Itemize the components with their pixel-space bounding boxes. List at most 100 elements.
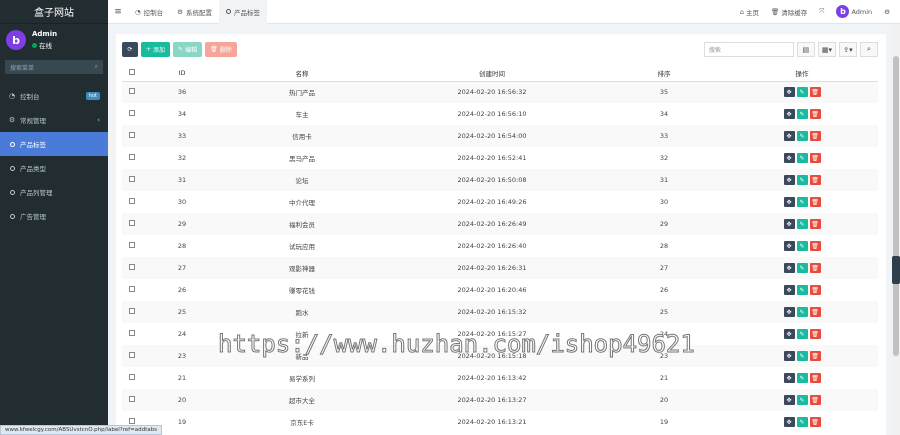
sidebar-item-ads[interactable]: 广告管理 — [0, 204, 108, 228]
row-edit-button[interactable]: ✎ — [796, 417, 808, 427]
sidebar-item-product-types[interactable]: 产品类型 — [0, 156, 108, 180]
row-edit-button[interactable]: ✎ — [796, 307, 808, 317]
row-checkbox[interactable] — [122, 235, 142, 257]
fullscreen-button[interactable]: ⤧ — [819, 7, 824, 16]
sidebar-item-general[interactable]: ⚙ 常规管理 ‹ — [0, 108, 108, 132]
row-delete-button[interactable]: 🗑 — [809, 263, 821, 273]
row-checkbox[interactable] — [122, 301, 142, 323]
export-button[interactable]: ⇪▾ — [839, 42, 857, 57]
row-edit-button[interactable]: ✎ — [796, 131, 808, 141]
row-delete-button[interactable]: 🗑 — [809, 307, 821, 317]
page-scrollbar[interactable] — [892, 24, 900, 435]
tab-system-config[interactable]: ⚙ 系统配置 — [170, 0, 219, 24]
row-checkbox[interactable] — [122, 257, 142, 279]
refresh-button[interactable]: ⟳ — [122, 42, 138, 57]
drag-sort-button[interactable]: ✥ — [783, 87, 795, 98]
row-delete-button[interactable]: 🗑 — [809, 153, 821, 163]
row-delete-button[interactable]: 🗑 — [809, 241, 821, 251]
row-delete-button[interactable]: 🗑 — [809, 197, 821, 207]
table-search-input[interactable]: 搜索 — [703, 42, 794, 57]
brand-logo[interactable]: 盒子网站 — [0, 0, 108, 24]
row-edit-button[interactable]: ✎ — [796, 175, 808, 185]
drag-sort-button[interactable]: ✥ — [783, 219, 795, 229]
row-checkbox[interactable] — [122, 279, 142, 301]
sidebar-item-product-list[interactable]: 产品列管理 — [0, 180, 108, 204]
add-button[interactable]: + 添加 — [141, 42, 171, 57]
drag-sort-button[interactable]: ✥ — [783, 109, 795, 119]
row-delete-button[interactable]: 🗑 — [809, 87, 821, 98]
row-delete-button[interactable]: 🗑 — [809, 329, 821, 339]
admin-menu[interactable]: b Admin — [836, 5, 872, 18]
drag-sort-button[interactable]: ✥ — [783, 263, 795, 273]
row-delete-button[interactable]: 🗑 — [809, 373, 821, 383]
row-delete-button[interactable]: 🗑 — [809, 285, 821, 295]
user-name: Admin — [32, 30, 58, 38]
columns-button[interactable]: ▦▾ — [817, 42, 836, 57]
row-edit-button[interactable]: ✎ — [796, 87, 808, 98]
row-delete-button[interactable]: 🗑 — [809, 109, 821, 119]
drag-sort-button[interactable]: ✥ — [783, 131, 795, 141]
drag-sort-button[interactable]: ✥ — [783, 307, 795, 317]
row-edit-button[interactable]: ✎ — [796, 263, 808, 273]
row-delete-button[interactable]: 🗑 — [809, 351, 821, 361]
row-edit-button[interactable]: ✎ — [796, 219, 808, 229]
drag-sort-button[interactable]: ✥ — [783, 285, 795, 295]
cell-name: 京东E卡 — [290, 419, 314, 427]
row-checkbox[interactable] — [122, 103, 142, 125]
drag-sort-button[interactable]: ✥ — [783, 241, 795, 251]
sidebar-search-input[interactable]: 搜索菜单 ⌕ — [5, 60, 103, 74]
toggle-view-button[interactable]: ▤ — [796, 42, 815, 57]
column-header-id[interactable]: ID — [142, 65, 222, 82]
row-edit-button[interactable]: ✎ — [796, 373, 808, 383]
row-edit-button[interactable]: ✎ — [796, 329, 808, 339]
row-checkbox[interactable] — [122, 191, 142, 213]
tab-product-tags[interactable]: 产品标签 — [219, 0, 267, 24]
drag-sort-button[interactable]: ✥ — [783, 417, 795, 427]
row-checkbox[interactable] — [122, 213, 142, 235]
column-header-sort[interactable]: 排序 — [602, 65, 726, 82]
row-edit-button[interactable]: ✎ — [796, 153, 808, 163]
column-header-name[interactable]: 名称 — [222, 65, 382, 82]
row-checkbox[interactable] — [122, 367, 142, 389]
drag-sort-button[interactable]: ✥ — [783, 329, 795, 339]
row-edit-button[interactable]: ✎ — [796, 109, 808, 119]
menu-toggle-icon[interactable]: ≡ — [108, 7, 128, 17]
drag-sort-button[interactable]: ✥ — [783, 351, 795, 361]
row-checkbox[interactable] — [122, 81, 142, 103]
row-checkbox[interactable] — [122, 169, 142, 191]
row-delete-button[interactable]: 🗑 — [809, 219, 821, 229]
clear-cache-button[interactable]: 🗑 清除缓存 — [771, 7, 807, 17]
row-edit-button[interactable]: ✎ — [796, 351, 808, 361]
edit-button[interactable]: ✎ 编辑 — [173, 42, 203, 57]
row-checkbox[interactable] — [122, 147, 142, 169]
tab-dashboard[interactable]: ◔ 控制台 — [128, 0, 170, 24]
home-link[interactable]: ⌂ 主页 — [740, 7, 759, 17]
drag-sort-button[interactable]: ✥ — [783, 153, 795, 163]
row-checkbox[interactable] — [122, 323, 142, 345]
select-all-checkbox[interactable] — [122, 65, 142, 82]
row-delete-button[interactable]: 🗑 — [809, 175, 821, 185]
row-checkbox[interactable] — [122, 125, 142, 147]
settings-button[interactable]: ⚙ — [884, 8, 890, 16]
row-checkbox[interactable] — [122, 345, 142, 367]
row-delete-button[interactable]: 🗑 — [809, 395, 821, 405]
column-header-created[interactable]: 创建时间 — [382, 65, 602, 82]
advanced-search-button[interactable]: ⌕ — [860, 42, 878, 57]
row-delete-button[interactable]: 🗑 — [809, 417, 821, 427]
row-edit-button[interactable]: ✎ — [796, 197, 808, 207]
drag-sort-button[interactable]: ✥ — [783, 175, 795, 185]
trash-icon: 🗑 — [811, 88, 819, 96]
row-edit-button[interactable]: ✎ — [796, 395, 808, 405]
delete-button[interactable]: 🗑 删除 — [205, 42, 237, 57]
row-edit-button[interactable]: ✎ — [796, 285, 808, 295]
row-edit-button[interactable]: ✎ — [796, 241, 808, 251]
sidebar-item-dashboard[interactable]: ◔ 控制台 hot — [0, 84, 108, 108]
sidebar-item-product-tags[interactable]: 产品标签 — [0, 132, 108, 156]
drag-sort-button[interactable]: ✥ — [783, 373, 795, 383]
drag-sort-button[interactable]: ✥ — [783, 395, 795, 405]
row-delete-button[interactable]: 🗑 — [809, 131, 821, 141]
drag-sort-button[interactable]: ✥ — [783, 197, 795, 207]
scrollbar-thumb[interactable] — [893, 56, 899, 356]
side-drawer-handle[interactable] — [892, 256, 900, 284]
row-checkbox[interactable] — [122, 389, 142, 411]
